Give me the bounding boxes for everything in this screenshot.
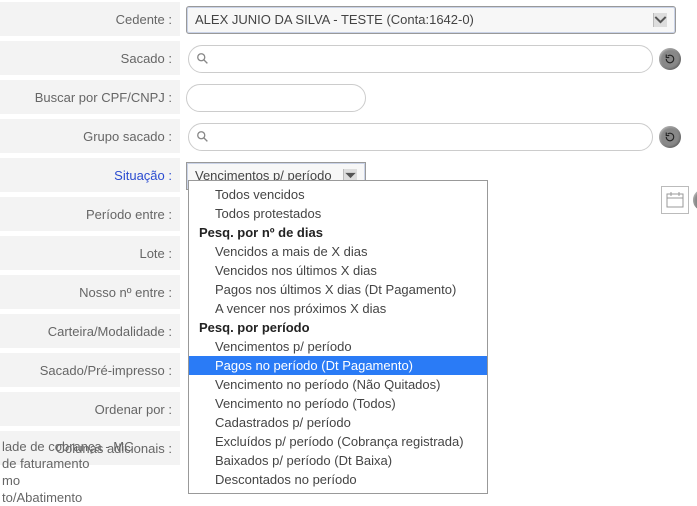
chevron-down-icon <box>653 13 667 27</box>
dropdown-option[interactable]: Vencimentos p/ período <box>189 337 487 356</box>
label-ordenar: Ordenar por : <box>0 392 180 427</box>
label-carteira: Carteira/Modalidade : <box>0 314 180 349</box>
label-periodo: Período entre : <box>0 197 180 232</box>
label-grupo-sacado: Grupo sacado : <box>0 119 180 154</box>
calendar-icon[interactable] <box>661 186 689 214</box>
label-lote: Lote : <box>0 236 180 271</box>
label-cedente: Cedente : <box>0 2 180 37</box>
sacado-search-input[interactable] <box>188 45 653 73</box>
dropdown-option[interactable]: Todos protestados <box>189 204 487 223</box>
extras-line: mo <box>2 472 134 489</box>
cedente-select-value: ALEX JUNIO DA SILVA - TESTE (Conta:1642-… <box>195 12 474 27</box>
dropdown-option[interactable]: Vencidos nos últimos X dias <box>189 261 487 280</box>
dropdown-option[interactable]: Vencidos a mais de X dias <box>189 242 487 261</box>
label-sacado-pre: Sacado/Pré-impresso : <box>0 353 180 388</box>
grupo-sacado-search-input[interactable] <box>188 123 653 151</box>
dropdown-option[interactable]: Pagos no período (Dt Pagamento) <box>189 356 487 375</box>
dropdown-option[interactable]: Cadastrados p/ período <box>189 413 487 432</box>
label-sacado: Sacado : <box>0 41 180 76</box>
dropdown-option[interactable]: Baixados p/ período (Dt Baixa) <box>189 451 487 470</box>
extras-line: to/Abatimento <box>2 489 134 506</box>
situacao-dropdown-list[interactable]: Todos vencidosTodos protestadosPesq. por… <box>188 180 488 494</box>
refresh-button[interactable] <box>659 48 681 70</box>
dropdown-option[interactable]: Excluídos p/ período (Cobrança registrad… <box>189 432 487 451</box>
cpfcnpj-input[interactable] <box>186 84 366 112</box>
dropdown-group-header: Pesq. por período <box>189 318 487 337</box>
extras-line: lade de cobrança - MC <box>2 438 134 455</box>
refresh-button[interactable] <box>693 189 697 211</box>
dropdown-option[interactable]: Vencimento no período (Não Quitados) <box>189 375 487 394</box>
dropdown-group-header: Pesq. por nº de dias <box>189 223 487 242</box>
dropdown-option[interactable]: Descontados no período <box>189 470 487 489</box>
dropdown-option[interactable]: Vencimento no período (Todos) <box>189 394 487 413</box>
refresh-button[interactable] <box>659 126 681 148</box>
dropdown-option[interactable]: A vencer nos próximos X dias <box>189 299 487 318</box>
label-situacao: Situação : <box>0 158 180 193</box>
dropdown-option[interactable]: Pagos nos últimos X dias (Dt Pagamento) <box>189 280 487 299</box>
extras-line: de faturamento <box>2 455 134 472</box>
dropdown-option[interactable]: Todos vencidos <box>189 185 487 204</box>
colunas-spillover: lade de cobrança - MC de faturamento mo … <box>0 438 134 506</box>
cedente-select[interactable]: ALEX JUNIO DA SILVA - TESTE (Conta:1642-… <box>186 6 676 34</box>
label-cpfcnpj: Buscar por CPF/CNPJ : <box>0 80 180 115</box>
label-nosso-n: Nosso nº entre : <box>0 275 180 310</box>
